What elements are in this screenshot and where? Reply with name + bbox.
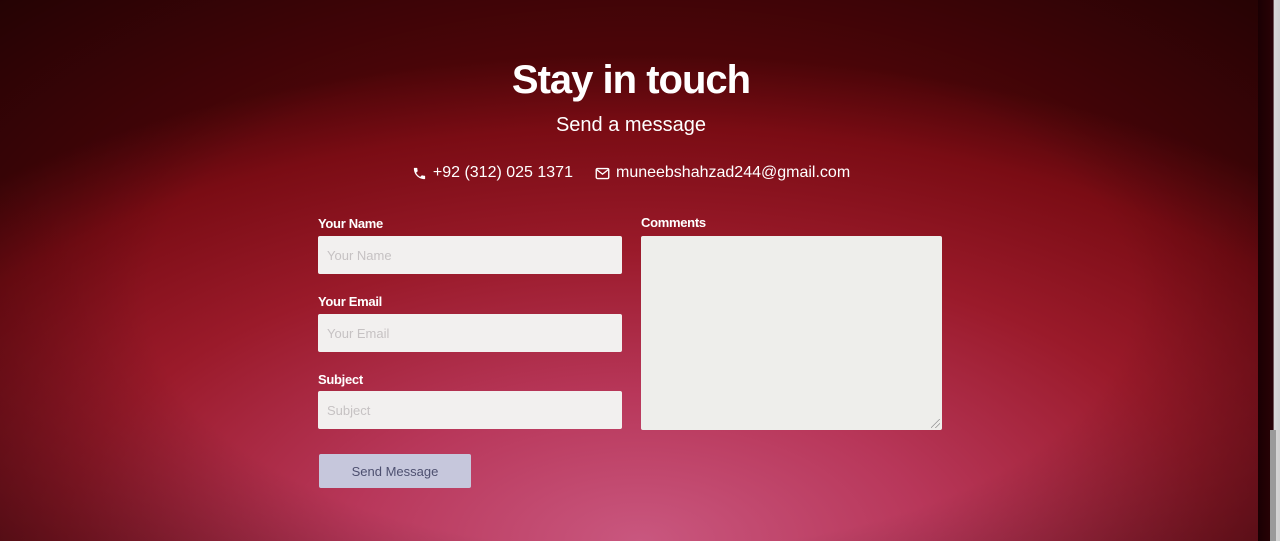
- subject-label: Subject: [318, 372, 363, 387]
- name-label: Your Name: [318, 216, 383, 231]
- phone-number: +92 (312) 025 1371: [432, 164, 573, 181]
- email-contact: muneebshahzad244@gmail.com: [595, 164, 850, 182]
- email-address: muneebshahzad244@gmail.com: [615, 164, 851, 181]
- mail-icon: [595, 167, 610, 180]
- email-label: Your Email: [318, 294, 382, 309]
- page-subtitle: Send a message: [555, 114, 707, 136]
- textarea-resize-handle[interactable]: [931, 419, 940, 428]
- name-input[interactable]: [318, 236, 622, 274]
- phone-icon: [412, 166, 427, 181]
- page-title: Stay in touch: [511, 58, 751, 102]
- screen-edge: [1258, 0, 1280, 541]
- send-message-button[interactable]: Send Message: [319, 454, 471, 488]
- contact-info: +92 (312) 025 1371 muneebshahzad244@gmai…: [0, 164, 1262, 182]
- scrollbar-thumb[interactable]: [1270, 430, 1276, 541]
- phone-contact: +92 (312) 025 1371: [412, 164, 573, 182]
- comments-label: Comments: [641, 215, 706, 230]
- email-input[interactable]: [318, 314, 622, 352]
- comments-textarea[interactable]: [641, 236, 942, 430]
- subject-input[interactable]: [318, 391, 622, 429]
